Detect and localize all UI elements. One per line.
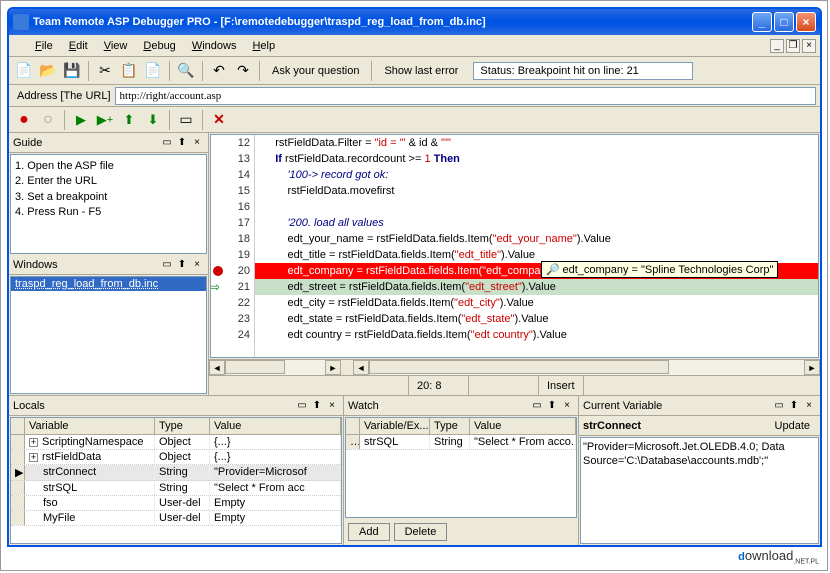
panel-close-icon[interactable]: × [325, 399, 339, 413]
watch-delete-button[interactable]: Delete [394, 523, 448, 541]
minimize-button[interactable]: _ [752, 12, 772, 32]
mdi-close-button[interactable]: × [802, 39, 816, 53]
guide-item: 4. Press Run - F5 [15, 205, 202, 220]
app-icon [13, 14, 29, 30]
mdi-restore-button[interactable]: ❐ [786, 39, 800, 53]
watch-add-button[interactable]: Add [348, 523, 390, 541]
run-icon[interactable]: ▶ [70, 109, 92, 131]
mdi-minimize-button[interactable]: _ [770, 39, 784, 53]
title-text: Team Remote ASP Debugger PRO - [F:\remot… [33, 16, 486, 28]
close-button[interactable]: × [796, 12, 816, 32]
paste-icon[interactable]: 📄 [142, 60, 164, 82]
curvar-panel-header: Current Variable ▭ ⬆ × [579, 396, 820, 416]
watch-grid[interactable]: Variable/Ex... Type Value …strSQLString"… [345, 417, 577, 518]
delete-icon[interactable]: ✕ [208, 109, 230, 131]
watermark: download.NET.PL [738, 548, 819, 566]
window-item[interactable]: traspd_reg_load_from_db.inc [11, 277, 206, 291]
guide-item: 2. Enter the URL [15, 174, 202, 189]
panel-dock-icon[interactable]: ▭ [295, 399, 309, 413]
address-input[interactable] [115, 87, 816, 105]
guide-panel-header: Guide ▭ ⬆ × [9, 133, 208, 153]
app-menu-icon[interactable] [13, 39, 27, 53]
record-icon[interactable]: ● [13, 109, 35, 131]
menu-debug[interactable]: Debug [135, 38, 183, 54]
menu-windows[interactable]: Windows [184, 38, 245, 54]
panel-pin-icon[interactable]: ⬆ [310, 399, 324, 413]
panel-close-icon[interactable]: × [802, 399, 816, 413]
titlebar: Team Remote ASP Debugger PRO - [F:\remot… [9, 9, 820, 35]
panel-dock-icon[interactable]: ▭ [160, 258, 174, 272]
address-bar: Address [The URL] [9, 85, 820, 107]
copy-frame-icon[interactable]: ▭ [175, 109, 197, 131]
ask-question-button[interactable]: Ask your question [265, 62, 366, 80]
panel-pin-icon[interactable]: ⬆ [175, 258, 189, 272]
step-out-icon[interactable]: ⬇ [142, 109, 164, 131]
step-into-icon[interactable]: ▶+ [94, 109, 116, 131]
panel-close-icon[interactable]: × [190, 136, 204, 150]
locals-grid[interactable]: Variable Type Value +ScriptingNamespaceO… [10, 417, 342, 544]
panel-pin-icon[interactable]: ⬆ [545, 399, 559, 413]
panel-dock-icon[interactable]: ▭ [530, 399, 544, 413]
new-icon[interactable]: 📄 [13, 60, 35, 82]
code-editor[interactable]: 12131415161718192021⇨222324 rstFieldData… [210, 134, 819, 358]
panel-close-icon[interactable]: × [560, 399, 574, 413]
main-toolbar: 📄 📂 💾 ✂ 📋 📄 🔍 ↶ ↷ Ask your question Show… [9, 57, 820, 85]
panel-pin-icon[interactable]: ⬆ [787, 399, 801, 413]
panel-close-icon[interactable]: × [190, 258, 204, 272]
windows-panel-header: Windows ▭ ⬆ × [9, 255, 208, 275]
menu-file[interactable]: File [27, 38, 61, 54]
redo-icon[interactable]: ↷ [232, 60, 254, 82]
curvar-update-button[interactable]: Update [769, 420, 816, 432]
maximize-button[interactable]: □ [774, 12, 794, 32]
guide-item: 3. Set a breakpoint [15, 190, 202, 205]
watch-panel-header: Watch ▭ ⬆ × [344, 396, 578, 416]
undo-icon[interactable]: ↶ [208, 60, 230, 82]
panel-pin-icon[interactable]: ⬆ [175, 136, 189, 150]
cut-icon[interactable]: ✂ [94, 60, 116, 82]
debug-toolbar: ● ○ ▶ ▶+ ⬆ ⬇ ▭ ✕ [9, 107, 820, 133]
open-icon[interactable]: 📂 [37, 60, 59, 82]
step-over-icon[interactable]: ⬆ [118, 109, 140, 131]
show-last-error-button[interactable]: Show last error [377, 62, 465, 80]
menubar: File Edit View Debug Windows Help _ ❐ × [9, 35, 820, 57]
panel-dock-icon[interactable]: ▭ [772, 399, 786, 413]
value-tooltip: 🔎 edt_company = "Spline Technologies Cor… [541, 261, 778, 278]
h-scrollbar[interactable]: ◄ ► ◄ ► [209, 359, 820, 375]
status-display: Status: Breakpoint hit on line: 21 [473, 62, 693, 80]
curvar-value[interactable]: "Provider=Microsoft.Jet.OLEDB.4.0; Data … [580, 437, 819, 544]
save-icon[interactable]: 💾 [61, 60, 83, 82]
editor-statusbar: 20: 8 Insert [209, 375, 820, 395]
copy-icon[interactable]: 📋 [118, 60, 140, 82]
menu-edit[interactable]: Edit [61, 38, 96, 54]
windows-list: traspd_reg_load_from_db.inc [10, 276, 207, 394]
insert-mode: Insert [539, 376, 584, 395]
locals-panel-header: Locals ▭ ⬆ × [9, 396, 343, 416]
address-label: Address [The URL] [13, 90, 115, 102]
cursor-position: 20: 8 [409, 376, 469, 395]
find-icon[interactable]: 🔍 [175, 60, 197, 82]
stop-record-icon[interactable]: ○ [37, 109, 59, 131]
menu-view[interactable]: View [96, 38, 136, 54]
guide-item: 1. Open the ASP file [15, 159, 202, 174]
guide-list: 1. Open the ASP file 2. Enter the URL 3.… [10, 154, 207, 254]
curvar-name: strConnect [583, 420, 769, 432]
panel-dock-icon[interactable]: ▭ [160, 136, 174, 150]
menu-help[interactable]: Help [244, 38, 283, 54]
